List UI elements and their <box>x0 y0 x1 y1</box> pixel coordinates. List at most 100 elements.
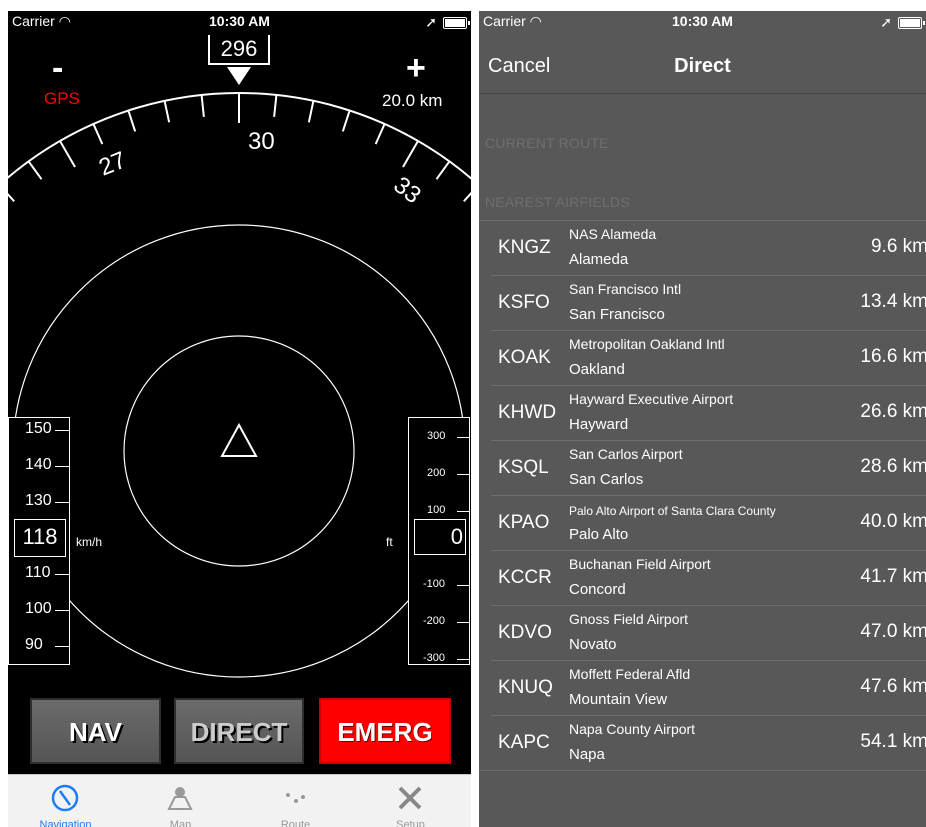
alt-tick: 100 <box>427 504 446 516</box>
tab-label: Map <box>169 819 192 827</box>
airfield-city: San Carlos <box>569 471 644 488</box>
airfield-city: San Francisco <box>569 306 665 323</box>
direct-screen: Carrier ◠ 10:30 AM ➚ Cancel Direct CURRE… <box>479 11 926 827</box>
speed-tick: 100 <box>25 600 52 617</box>
airfield-code: KNUQ <box>498 677 553 698</box>
speed-tick: 90 <box>25 636 43 653</box>
tools-icon <box>398 786 422 810</box>
zoom-out-button[interactable]: - <box>52 49 63 88</box>
range-label: 20.0 km <box>382 91 443 110</box>
airfield-row[interactable]: KOAK Metropolitan Oakland Intl Oakland 16.6… <box>491 331 926 386</box>
airfield-city: Concord <box>569 581 626 598</box>
airfield-row[interactable]: KHWD Hayward Executive Airport Hayward 26.6… <box>491 386 926 441</box>
heading-pointer <box>227 67 251 85</box>
alt-tick: -300 <box>423 652 446 664</box>
airfield-name: Metropolitan Oakland Intl <box>569 336 725 352</box>
airfield-code: KDVO <box>498 622 552 643</box>
alt-tick: -100 <box>423 578 446 590</box>
airfield-city: Mountain View <box>569 691 668 708</box>
compass-tick <box>402 140 419 168</box>
compass-tick <box>8 192 15 202</box>
airfield-code: KSQL <box>498 457 549 478</box>
nav-button[interactable]: NAV <box>30 698 161 764</box>
page-title: Direct <box>674 55 731 77</box>
airfield-row[interactable]: KDVO Gnoss Field Airport Novato 47.0 km <box>491 606 926 661</box>
airfield-city: Alameda <box>569 251 629 268</box>
airfield-city: Palo Alto <box>569 526 629 543</box>
compass-tick <box>59 140 76 168</box>
aircraft-icon <box>220 422 258 457</box>
navigation-screen: Carrier ◠ 10:30 AM ➚ 27 30 33 296 - + GP… <box>8 11 471 827</box>
airfield-name: Napa County Airport <box>569 721 696 737</box>
outer-range-ring <box>12 224 466 678</box>
airfield-row[interactable]: KSFO San Francisco Intl San Francisco 13.4 … <box>491 276 926 331</box>
altitude-readout: 0 <box>414 519 466 555</box>
compass-tick <box>92 123 104 145</box>
altitude-unit: ft <box>386 535 393 549</box>
airfield-code: KNGZ <box>498 237 551 258</box>
tab-navigation[interactable]: Navigation <box>8 775 123 827</box>
airfield-city: Oakland <box>569 361 625 378</box>
zoom-in-button[interactable]: + <box>406 49 426 88</box>
airfield-row[interactable]: KSQL San Carlos Airport San Carlos 28.6 km <box>491 441 926 496</box>
speed-unit: km/h <box>76 535 103 549</box>
airfield-distance: 16.6 km <box>860 346 926 367</box>
airfield-name: Palo Alto Airport of Santa Clara County <box>569 504 776 518</box>
compass-tick <box>374 123 386 145</box>
airfield-list: KNGZ NAS Alameda Alameda 9.6 km KSFO San Fran… <box>479 220 926 771</box>
status-bar: Carrier ◠ 10:30 AM ➚ <box>479 11 926 31</box>
speed-tick: 150 <box>25 420 52 437</box>
airfield-name: San Carlos Airport <box>569 446 683 462</box>
airfield-distance: 40.0 km <box>860 511 926 532</box>
compass-tick <box>435 160 451 180</box>
airfield-row[interactable]: KNUQ Moffett Federal Afld Mountain View 47.… <box>491 661 926 716</box>
speed-tick: 140 <box>25 456 52 473</box>
compass-tick <box>27 160 43 180</box>
tab-setup[interactable]: Setup <box>353 775 468 827</box>
location-arrow-icon: ➚ <box>880 14 892 30</box>
airfield-row[interactable]: KCCR Buchanan Field Airport Concord 41.7 km <box>491 551 926 606</box>
airfield-row[interactable]: KAPC Napa County Airport Napa 54.1 km <box>479 716 926 771</box>
compass-tick <box>163 100 171 123</box>
gps-status: GPS <box>44 89 80 108</box>
airfield-distance: 54.1 km <box>860 731 926 752</box>
direct-button[interactable]: DIRECT <box>174 698 304 764</box>
airfield-code: KAPC <box>498 732 550 753</box>
airfield-distance: 28.6 km <box>860 456 926 477</box>
status-time: 10:30 AM <box>672 13 733 29</box>
inner-range-ring <box>123 335 355 567</box>
navigation-bar: Cancel Direct <box>479 31 926 94</box>
airfield-name: Moffett Federal Afld <box>569 666 691 682</box>
speed-tick: 110 <box>25 564 51 581</box>
airfield-name: Buchanan Field Airport <box>569 556 711 572</box>
route-icon <box>286 793 305 803</box>
compass-tick <box>273 94 278 117</box>
tab-label: Setup <box>396 819 425 827</box>
airfield-distance: 13.4 km <box>860 291 926 312</box>
alt-tick: 200 <box>427 467 446 479</box>
compass-tick <box>307 100 315 123</box>
airfield-distance: 26.6 km <box>860 401 926 422</box>
map-icon <box>167 787 193 810</box>
airfield-distance: 47.0 km <box>860 621 926 642</box>
emergency-button[interactable]: EMERG <box>319 698 451 764</box>
alt-tick: -200 <box>423 615 446 627</box>
airfield-distance: 47.6 km <box>860 676 926 697</box>
compass-tick <box>341 110 351 132</box>
airfield-city: Napa <box>569 746 605 763</box>
compass-label-33: 33 <box>388 171 426 209</box>
tab-map[interactable]: Map <box>123 775 238 827</box>
airfield-row[interactable]: KPAO Palo Alto Airport of Santa Clara Cou… <box>491 496 926 551</box>
airfield-distance: 9.6 km <box>870 236 926 257</box>
speed-readout: 118 <box>14 519 66 557</box>
battery-icon <box>898 16 925 29</box>
tab-route[interactable]: Route <box>238 775 353 827</box>
section-header-current-route: CURRENT ROUTE <box>485 135 609 151</box>
heading-readout: 296 <box>208 35 270 65</box>
tab-label: Route <box>280 819 311 827</box>
airfield-code: KHWD <box>498 402 557 423</box>
airfield-row[interactable]: KNGZ NAS Alameda Alameda 9.6 km <box>491 221 926 276</box>
airfield-name: NAS Alameda <box>569 226 657 242</box>
airfield-distance: 41.7 km <box>860 566 926 587</box>
compass-tick <box>200 94 205 117</box>
